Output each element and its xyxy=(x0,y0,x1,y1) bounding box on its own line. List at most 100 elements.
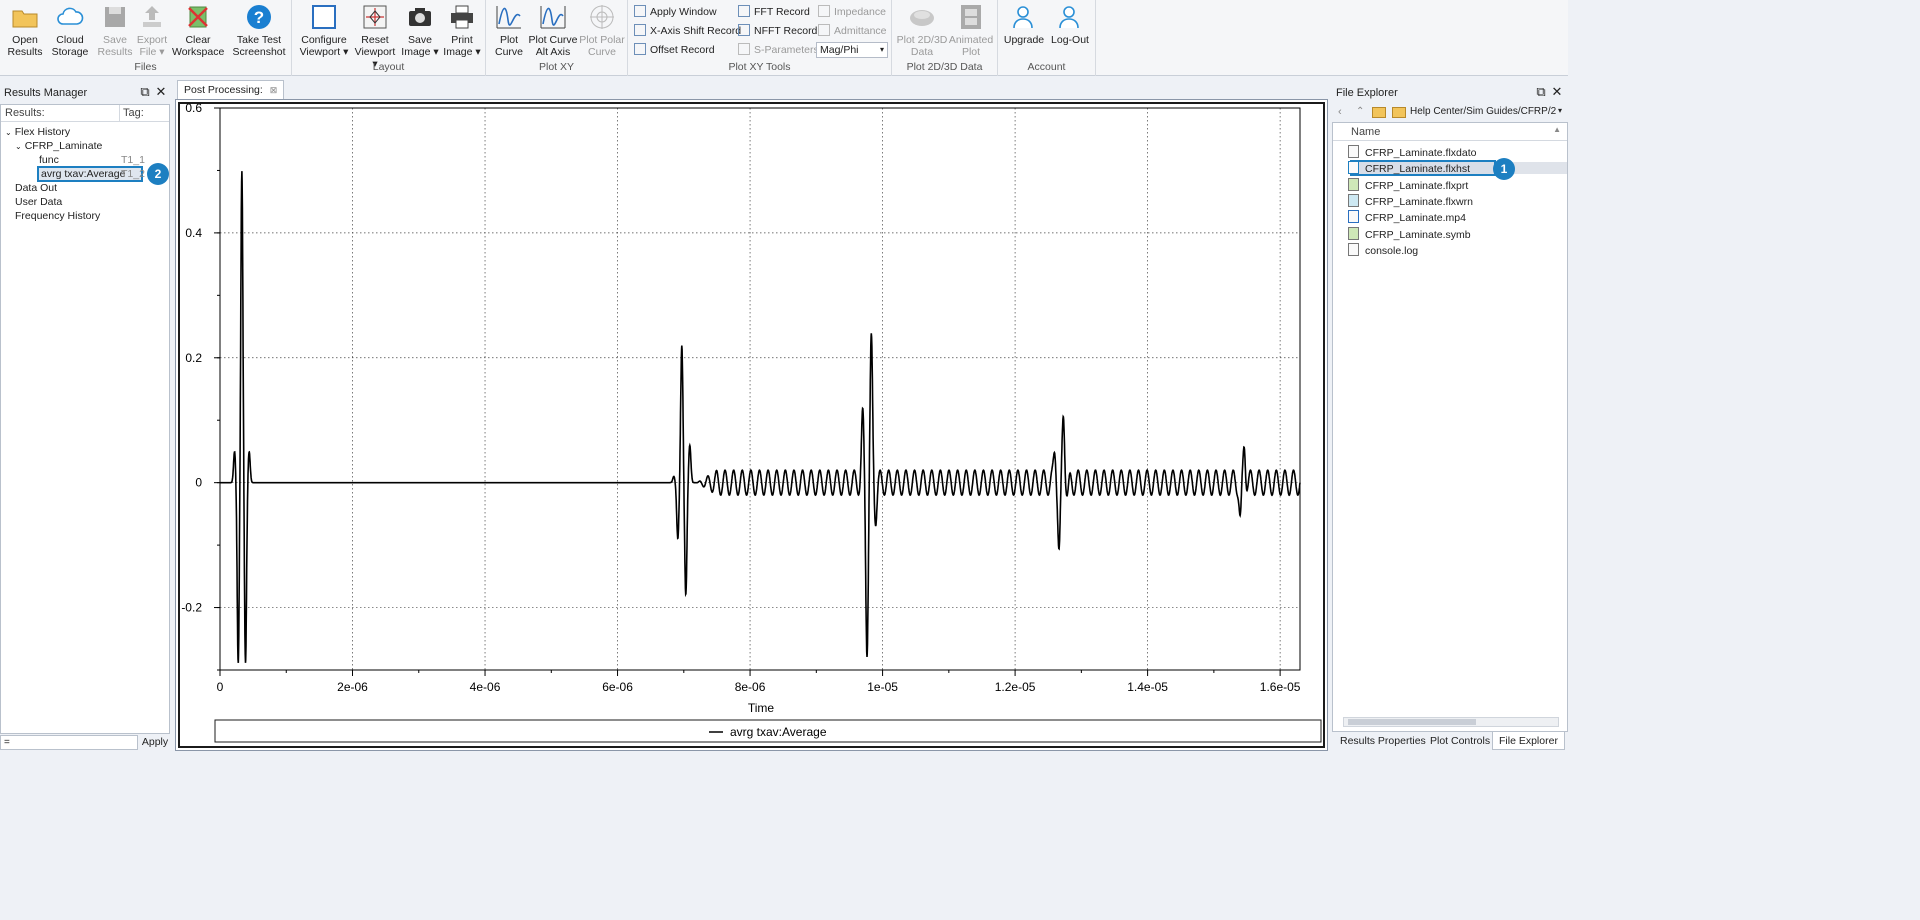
tab-file-explorer[interactable]: File Explorer xyxy=(1492,732,1565,750)
file-row[interactable]: CFRP_Laminate.mp4 xyxy=(1348,210,1466,226)
x-tick-label: 1.6e-05 xyxy=(1260,680,1301,694)
folder-icon[interactable] xyxy=(1392,107,1406,118)
scrollbar-thumb[interactable] xyxy=(1348,719,1476,725)
results-column-label: Results: xyxy=(5,107,45,119)
file-row[interactable]: CFRP_Laminate.flxprt xyxy=(1348,178,1468,194)
tree-item-data-out[interactable]: Data Out xyxy=(15,181,57,195)
grid-lines xyxy=(220,107,1300,670)
collapse-icon[interactable]: ⌄ xyxy=(5,128,12,137)
upgrade-button[interactable]: Upgrade xyxy=(1002,2,1046,46)
apply-button[interactable]: Apply xyxy=(140,735,170,750)
collapse-icon[interactable]: ⌄ xyxy=(15,142,22,151)
take-test-screenshot-button[interactable]: ? Take Test Screenshot xyxy=(230,2,288,58)
close-icon[interactable]: ✕ xyxy=(154,85,168,99)
path-field[interactable]: Help Center/Sim Guides/CFRP/2D/1 xyxy=(1410,106,1556,117)
post-processing-panel: 0 2e-06 4e-06 6e-06 8e-06 1e-05 1.2e-05 1.4e-05… xyxy=(175,99,1328,751)
x-tick-label: 1.4e-05 xyxy=(1127,680,1168,694)
apply-window-button[interactable]: Apply Window xyxy=(634,4,717,20)
y-tick-label: 0.2 xyxy=(185,351,202,365)
plot-xy-group: Plot Curve Plot Curve Alt Axis Plot Polar C… xyxy=(486,0,628,76)
file-row[interactable]: CFRP_Laminate.flxwrn xyxy=(1348,194,1473,210)
step-badge-1: 1 xyxy=(1493,158,1515,180)
x-tick-label: 8e-06 xyxy=(735,680,766,694)
configure-viewport-button[interactable]: Configure Viewport ▾ xyxy=(298,2,350,58)
up-icon[interactable]: ⌃ xyxy=(1356,106,1364,117)
horizontal-scrollbar[interactable] xyxy=(1343,717,1559,727)
x-tick-label: 6e-06 xyxy=(602,680,633,694)
file-explorer-title-bar: File Explorer ⧉ ✕ xyxy=(1332,82,1568,104)
clear-workspace-button[interactable]: Clear Workspace xyxy=(172,2,224,58)
tree-item-user-data[interactable]: User Data xyxy=(15,195,62,209)
column-divider xyxy=(119,105,120,122)
tick-labels: 0 2e-06 4e-06 6e-06 8e-06 1e-05 1.2e-05 1.4e-05… xyxy=(181,102,1300,694)
chevron-down-icon[interactable]: ▾ xyxy=(1558,106,1562,115)
results-tree-area: Results: Tag: ⌄ Flex History ⌄ CFRP_Lamina… xyxy=(0,104,170,734)
reset-viewport-icon xyxy=(363,5,387,29)
x-tick-label: 4e-06 xyxy=(470,680,501,694)
tab-plot-controls[interactable]: Plot Controls xyxy=(1424,732,1496,750)
tree-item-frequency-history[interactable]: Frequency History xyxy=(15,209,100,223)
file-row[interactable]: CFRP_Laminate.flxhst xyxy=(1348,161,1470,177)
offset-record-button[interactable]: Offset Record xyxy=(634,42,715,58)
log-out-button[interactable]: Log-Out xyxy=(1048,2,1092,46)
name-column-header[interactable]: Name ▲ xyxy=(1333,123,1567,141)
save-image-button[interactable]: Save Image ▾ xyxy=(400,2,440,58)
s-parameters-button[interactable]: S-Parameters xyxy=(738,42,819,58)
restore-icon[interactable]: ⧉ xyxy=(138,85,152,99)
reset-viewport-button[interactable]: Reset Viewport ▾ xyxy=(352,2,398,70)
step-badge-2: 2 xyxy=(147,163,169,185)
x-axis-shift-record-button[interactable]: X-Axis Shift Record xyxy=(634,23,741,39)
close-icon[interactable]: ✕ xyxy=(1550,85,1564,99)
animated-plot-button[interactable]: Animated Plot xyxy=(948,2,994,58)
fft-record-button[interactable]: FFT Record xyxy=(738,4,810,20)
impedance-button[interactable]: Impedance xyxy=(818,4,886,20)
ribbon-toolbar: Open Results Cloud Storage Save Results Exp… xyxy=(0,0,1568,76)
plot-curve-alt-axis-button[interactable]: Plot Curve Alt Axis xyxy=(528,2,578,58)
tree-tag-func: T1_1 xyxy=(121,154,145,166)
file-explorer-bottom-tabs: Results Properties Plot Controls File Ex… xyxy=(1332,732,1568,751)
tree-item-flex-history[interactable]: ⌄ Flex History xyxy=(5,125,70,139)
file-list: Name ▲ CFRP_Laminate.flxdato CFRP_Lamina… xyxy=(1332,122,1568,732)
mag-phi-select[interactable]: Mag/Phi ▾ xyxy=(816,42,888,58)
cloud-icon xyxy=(57,7,84,25)
back-icon[interactable]: ‹ xyxy=(1338,106,1342,118)
viewport-icon xyxy=(312,5,336,29)
axes xyxy=(214,107,1301,676)
account-group-label: Account xyxy=(1027,61,1066,73)
plot-polar-curve-button[interactable]: Plot Polar Curve xyxy=(578,2,626,58)
y-tick-label: -0.2 xyxy=(181,601,202,615)
tree-item-func[interactable]: func xyxy=(39,153,59,167)
time-history-chart[interactable]: 0 2e-06 4e-06 6e-06 8e-06 1e-05 1.2e-05 1.4e-05… xyxy=(178,102,1325,748)
export-file-button[interactable]: Export File ▾ xyxy=(132,2,172,58)
nfft-record-button[interactable]: NFFT Record xyxy=(738,23,817,39)
tab-results-properties[interactable]: Results Properties xyxy=(1334,732,1432,750)
plot-xy-tools-group-label: Plot XY Tools xyxy=(728,61,791,73)
tree-item-avrg[interactable]: avrg txav:Average xyxy=(41,167,125,181)
series-line xyxy=(220,171,1301,663)
data-file-icon xyxy=(1348,145,1359,158)
plot-curve-button[interactable]: Plot Curve xyxy=(492,2,526,58)
sort-icon: ▲ xyxy=(1553,125,1561,134)
panel-title: File Explorer xyxy=(1336,87,1398,99)
save-results-button[interactable]: Save Results xyxy=(94,2,136,58)
new-folder-icon[interactable] xyxy=(1372,107,1386,118)
filter-input[interactable]: = xyxy=(0,735,138,750)
offset-icon xyxy=(634,43,646,55)
close-tab-icon[interactable]: ⊠ xyxy=(270,85,278,95)
open-results-button[interactable]: Open Results xyxy=(4,2,46,58)
cloud-storage-button[interactable]: Cloud Storage xyxy=(48,2,92,58)
plot-2d3d-data-button[interactable]: Plot 2D/3D Data xyxy=(896,2,948,58)
results-manager-panel: Results Manager ⧉ ✕ Results: Tag: ⌄ Flex … xyxy=(0,82,172,751)
print-image-button[interactable]: Print Image ▾ xyxy=(442,2,482,58)
file-row[interactable]: CFRP_Laminate.flxdato xyxy=(1348,145,1476,161)
admittance-button[interactable]: Admittance xyxy=(818,23,887,39)
restore-icon[interactable]: ⧉ xyxy=(1534,85,1548,99)
file-row[interactable]: CFRP_Laminate.symb xyxy=(1348,227,1471,243)
plot-xy-tools-group: Apply Window X-Axis Shift Record Offset … xyxy=(628,0,892,76)
x-tick-label: 0 xyxy=(217,680,224,694)
tree-item-cfrp-laminate[interactable]: ⌄ CFRP_Laminate xyxy=(15,139,102,153)
post-processing-tab[interactable]: Post Processing: ⊠ xyxy=(177,80,285,100)
clear-workspace-icon xyxy=(188,6,208,28)
printer-icon xyxy=(451,5,473,29)
file-row[interactable]: console.log xyxy=(1348,243,1418,259)
